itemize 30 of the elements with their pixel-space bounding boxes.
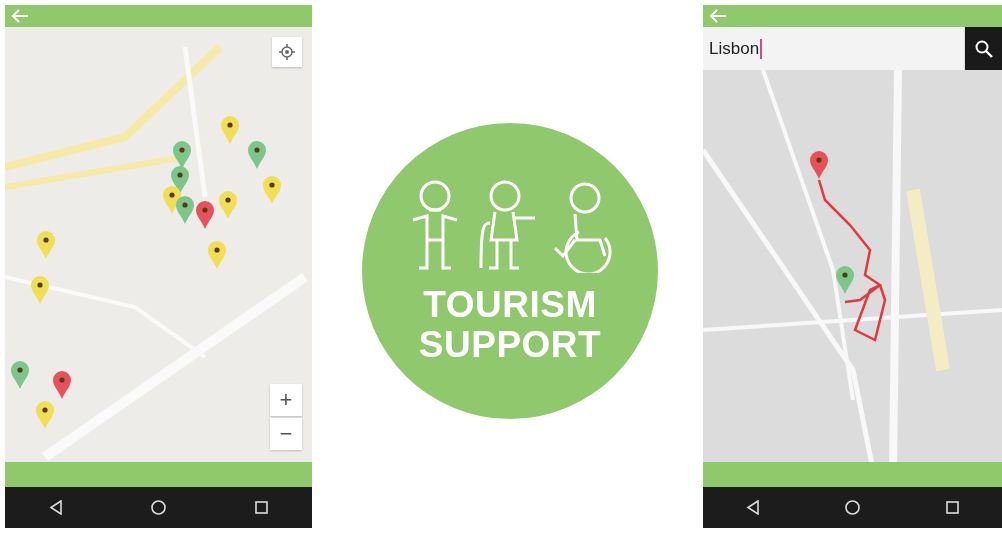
map-pin-icon[interactable] [10, 360, 30, 390]
map-pin-icon[interactable] [262, 175, 282, 205]
map-pin-icon[interactable] [195, 200, 215, 230]
map-pin-icon[interactable] [35, 400, 55, 430]
map-pin-icon[interactable] [220, 115, 240, 145]
map-pin-icon[interactable] [170, 165, 190, 195]
map-pin-icon[interactable] [835, 265, 855, 295]
home-icon[interactable] [151, 500, 167, 515]
map-pin-icon[interactable] [52, 370, 72, 400]
recents-icon[interactable] [946, 501, 960, 514]
map-pin-icon[interactable] [207, 240, 227, 270]
my-location-button[interactable] [272, 37, 302, 67]
zoom-in-button[interactable]: + [270, 384, 302, 416]
search-field[interactable]: Lisbon [703, 27, 965, 70]
map-pin-icon[interactable] [218, 190, 238, 220]
back-icon[interactable] [49, 500, 64, 515]
home-icon[interactable] [845, 500, 861, 515]
back-icon[interactable] [745, 500, 760, 515]
recents-icon[interactable] [254, 501, 268, 514]
location-target-icon [279, 44, 295, 60]
search-button[interactable] [965, 27, 1002, 70]
map-pin-icon[interactable] [247, 140, 267, 170]
logo-title: TOURISM [423, 284, 597, 325]
zoom-out-button[interactable]: − [270, 418, 302, 450]
map-pin-icon[interactable] [809, 150, 829, 180]
map-pin-icon[interactable] [36, 230, 56, 260]
logo-subtitle: SUPPORT [418, 324, 602, 365]
search-icon [974, 39, 993, 58]
map-pin-icon[interactable] [30, 275, 50, 305]
map-pin-icon[interactable] [175, 195, 195, 225]
